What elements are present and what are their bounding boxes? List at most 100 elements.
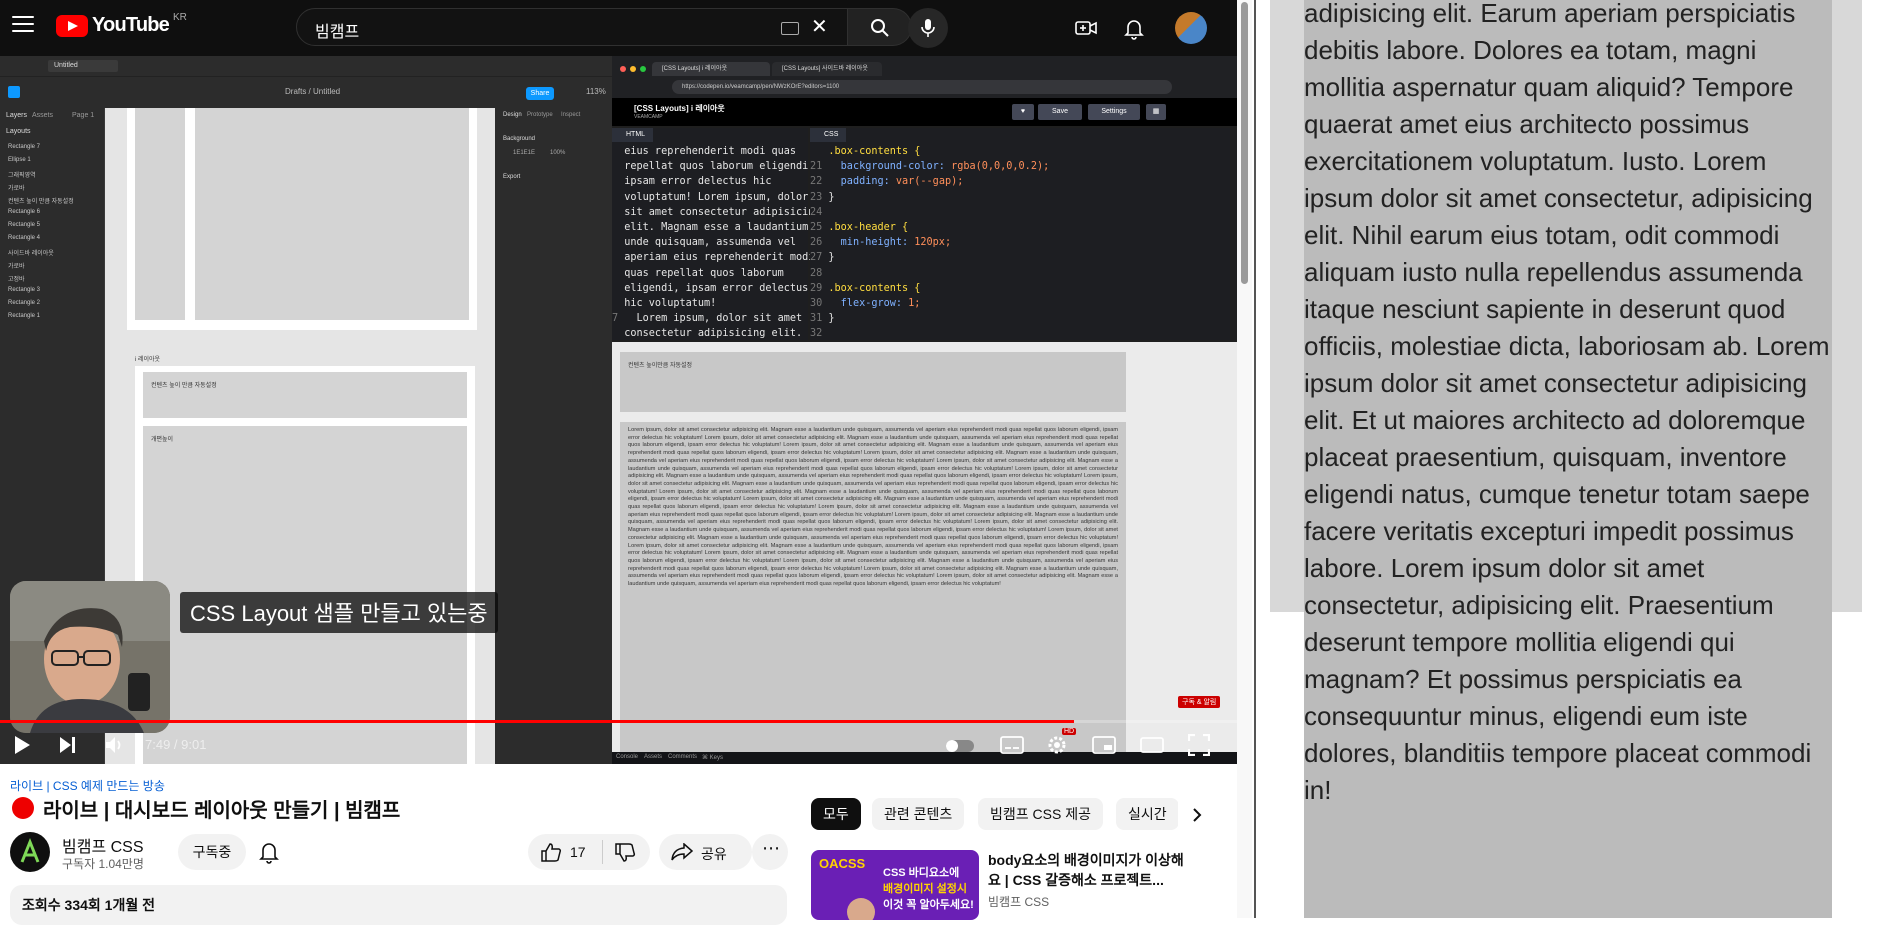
fullscreen-icon[interactable]: [1188, 734, 1210, 756]
channel-bell-icon[interactable]: [258, 840, 280, 864]
html-code-line: 7 Lorem ipsum, dolor sit amet: [612, 313, 803, 325]
css-code-line: 32: [810, 328, 829, 340]
figma-layer-item: 가로바: [8, 264, 25, 270]
share-button[interactable]: 공유: [659, 834, 752, 870]
account-avatar[interactable]: [1175, 12, 1207, 44]
thumb-line-3: 이것 꼭 알아두세요!: [883, 899, 974, 911]
more-icon: ⋯: [762, 838, 781, 858]
css-pane-header: CSS: [810, 128, 847, 142]
video-player[interactable]: Untitled Drafts / Untitled Share 113% La…: [0, 56, 1237, 764]
search-value: 빔캠프: [315, 24, 360, 41]
chip-next-button[interactable]: [1178, 798, 1218, 830]
figma-share-button: Share: [526, 87, 554, 100]
video-title: 라이브 | 대시보드 레이아웃 만들기 | 빔캠프: [43, 800, 401, 822]
recommended-thumbnail[interactable]: OACSS CSS 바디요소에 배경이미지 설정시 이것 꼭 알아두세요!: [811, 850, 979, 920]
canvas-box-content-label: 개편높이: [151, 437, 174, 443]
video-time: 7:49 / 9:01: [145, 737, 207, 752]
canvas-rect: [135, 108, 185, 320]
css-code-line: 27 }: [810, 252, 835, 264]
settings-gear-icon[interactable]: [1046, 734, 1068, 756]
html-code-line: quas repellat quos laborum: [612, 267, 784, 279]
figma-layer-item: 사이드바 레이아웃: [8, 251, 54, 257]
chip-related[interactable]: 관련 콘텐츠: [872, 798, 965, 830]
search-button[interactable]: [848, 8, 912, 46]
theater-mode-icon[interactable]: [1140, 737, 1164, 753]
thumb-face: [847, 898, 875, 920]
page-scrollbar-thumb[interactable]: [1241, 2, 1248, 284]
result-header-label: 컨텐츠 높이만큼 자동설정: [628, 363, 693, 369]
subtitles-icon[interactable]: [1000, 736, 1024, 754]
html-code-line: unde quisquam, assumenda vel: [612, 237, 797, 249]
keyboard-icon[interactable]: [781, 22, 799, 35]
description-box[interactable]: 조회수 334회 1개월 전: [10, 885, 787, 925]
figma-file-tab: Untitled: [48, 60, 118, 72]
channel-avatar[interactable]: [10, 832, 50, 872]
codepen-screen: [CSS Layouts] i 레이아웃 [CSS Layouts] 사이드바 …: [612, 56, 1237, 764]
preview-lorem-text: adipisicing elit. Earum aperiam perspici…: [1304, 0, 1832, 809]
youtube-play-icon: [56, 14, 88, 37]
figma-left-tab-1: Layers: [6, 112, 28, 119]
browser-tab-2: [CSS Layouts] 사이드바 레이아웃: [772, 62, 882, 76]
chip-live[interactable]: 실시간: [1116, 798, 1179, 830]
figma-breadcrumb: Drafts / Untitled: [285, 87, 341, 96]
html-pane-header: HTML: [612, 128, 654, 142]
like-dislike-group: 17: [528, 834, 650, 870]
figma-layers-header: Layouts: [6, 128, 31, 135]
autoplay-toggle[interactable]: [946, 740, 974, 752]
figma-layer-item: Rectangle 5: [8, 222, 41, 228]
like-count: 17: [570, 844, 586, 860]
recommended-channel[interactable]: 빔캠프 CSS: [988, 893, 1049, 910]
notifications-bell-icon[interactable]: [1122, 16, 1146, 40]
next-video-icon[interactable]: [58, 736, 78, 754]
css-code-line: 31 }: [810, 313, 835, 325]
search-icon: [871, 19, 889, 37]
share-icon: [671, 843, 693, 861]
html-code-line: eligendi, ipsam error delectus: [612, 282, 809, 294]
move-tool-icon: [8, 86, 20, 98]
player-controls: 7:49 / 9:01 HD: [0, 724, 1237, 764]
play-icon[interactable]: [12, 734, 32, 756]
figma-right-tab-2: Prototype: [527, 112, 553, 118]
thumb-line-1: CSS 바디요소에: [883, 867, 960, 879]
browser-tab-1: [CSS Layouts] i 레이아웃: [652, 62, 770, 76]
codepen-save-button: Save: [1038, 104, 1082, 120]
result-header-box: 컨텐츠 높이만큼 자동설정: [620, 352, 1126, 412]
chip-channel[interactable]: 빔캠프 CSS 제공: [978, 798, 1103, 830]
menu-icon[interactable]: [12, 16, 34, 32]
pen-user: VEAMCAMP: [634, 114, 663, 120]
css-code-line: 24: [810, 206, 829, 218]
browser-url-bar: https://codepen.io/veamcamp/pen/NWzKOrE?…: [672, 80, 1172, 94]
chip-all[interactable]: 모두: [811, 798, 861, 830]
css-code-line: 23 }: [810, 191, 835, 203]
country-code: KR: [172, 12, 187, 23]
figma-right-tab-3: Inspect: [561, 112, 581, 118]
html-code-line: voluptatum! Lorem ipsum, dolor: [612, 191, 809, 203]
search-input[interactable]: 빔캠프 ✕: [296, 8, 848, 46]
figma-left-tab-2: Assets: [32, 112, 54, 119]
hashtag-link[interactable]: 라이브 | CSS 예제 만드는 방송: [10, 777, 165, 794]
html-code-line: hic voluptatum!: [612, 298, 717, 310]
miniplayer-icon[interactable]: [1092, 736, 1116, 754]
css-code-line: 26 min-height: 120px;: [810, 237, 952, 249]
figma-left-tab-3: Page 1: [72, 112, 95, 119]
channel-name[interactable]: 빔캠프 CSS: [62, 833, 144, 857]
youtube-logo[interactable]: YouTube KR: [56, 12, 187, 37]
css-code-line: 30 flex-grow: 1;: [810, 298, 921, 310]
presenter-image: [10, 581, 170, 733]
figma-layer-item: Rectangle 3: [8, 287, 41, 293]
canvas-rect: [195, 108, 469, 320]
volume-icon[interactable]: [104, 736, 126, 754]
progress-bar[interactable]: [0, 720, 1237, 723]
recommended-title[interactable]: body요소의 배경이미지가 이상해요 | CSS 갈증해소 프로젝트...: [988, 850, 1188, 890]
clear-search-icon[interactable]: ✕: [811, 17, 828, 37]
more-actions-button[interactable]: ⋯: [752, 834, 788, 870]
youtube-wordmark: YouTube: [92, 14, 170, 36]
html-code-line: sit amet consectetur adipisicing: [612, 206, 821, 218]
like-icon[interactable]: [540, 842, 562, 862]
figma-bg-pct: 100%: [550, 150, 566, 156]
dislike-icon[interactable]: [614, 843, 636, 863]
share-label: 공유: [701, 846, 727, 862]
voice-search-button[interactable]: [908, 8, 948, 48]
create-video-icon[interactable]: [1074, 16, 1098, 40]
subscribed-button[interactable]: 구독중: [178, 834, 246, 870]
